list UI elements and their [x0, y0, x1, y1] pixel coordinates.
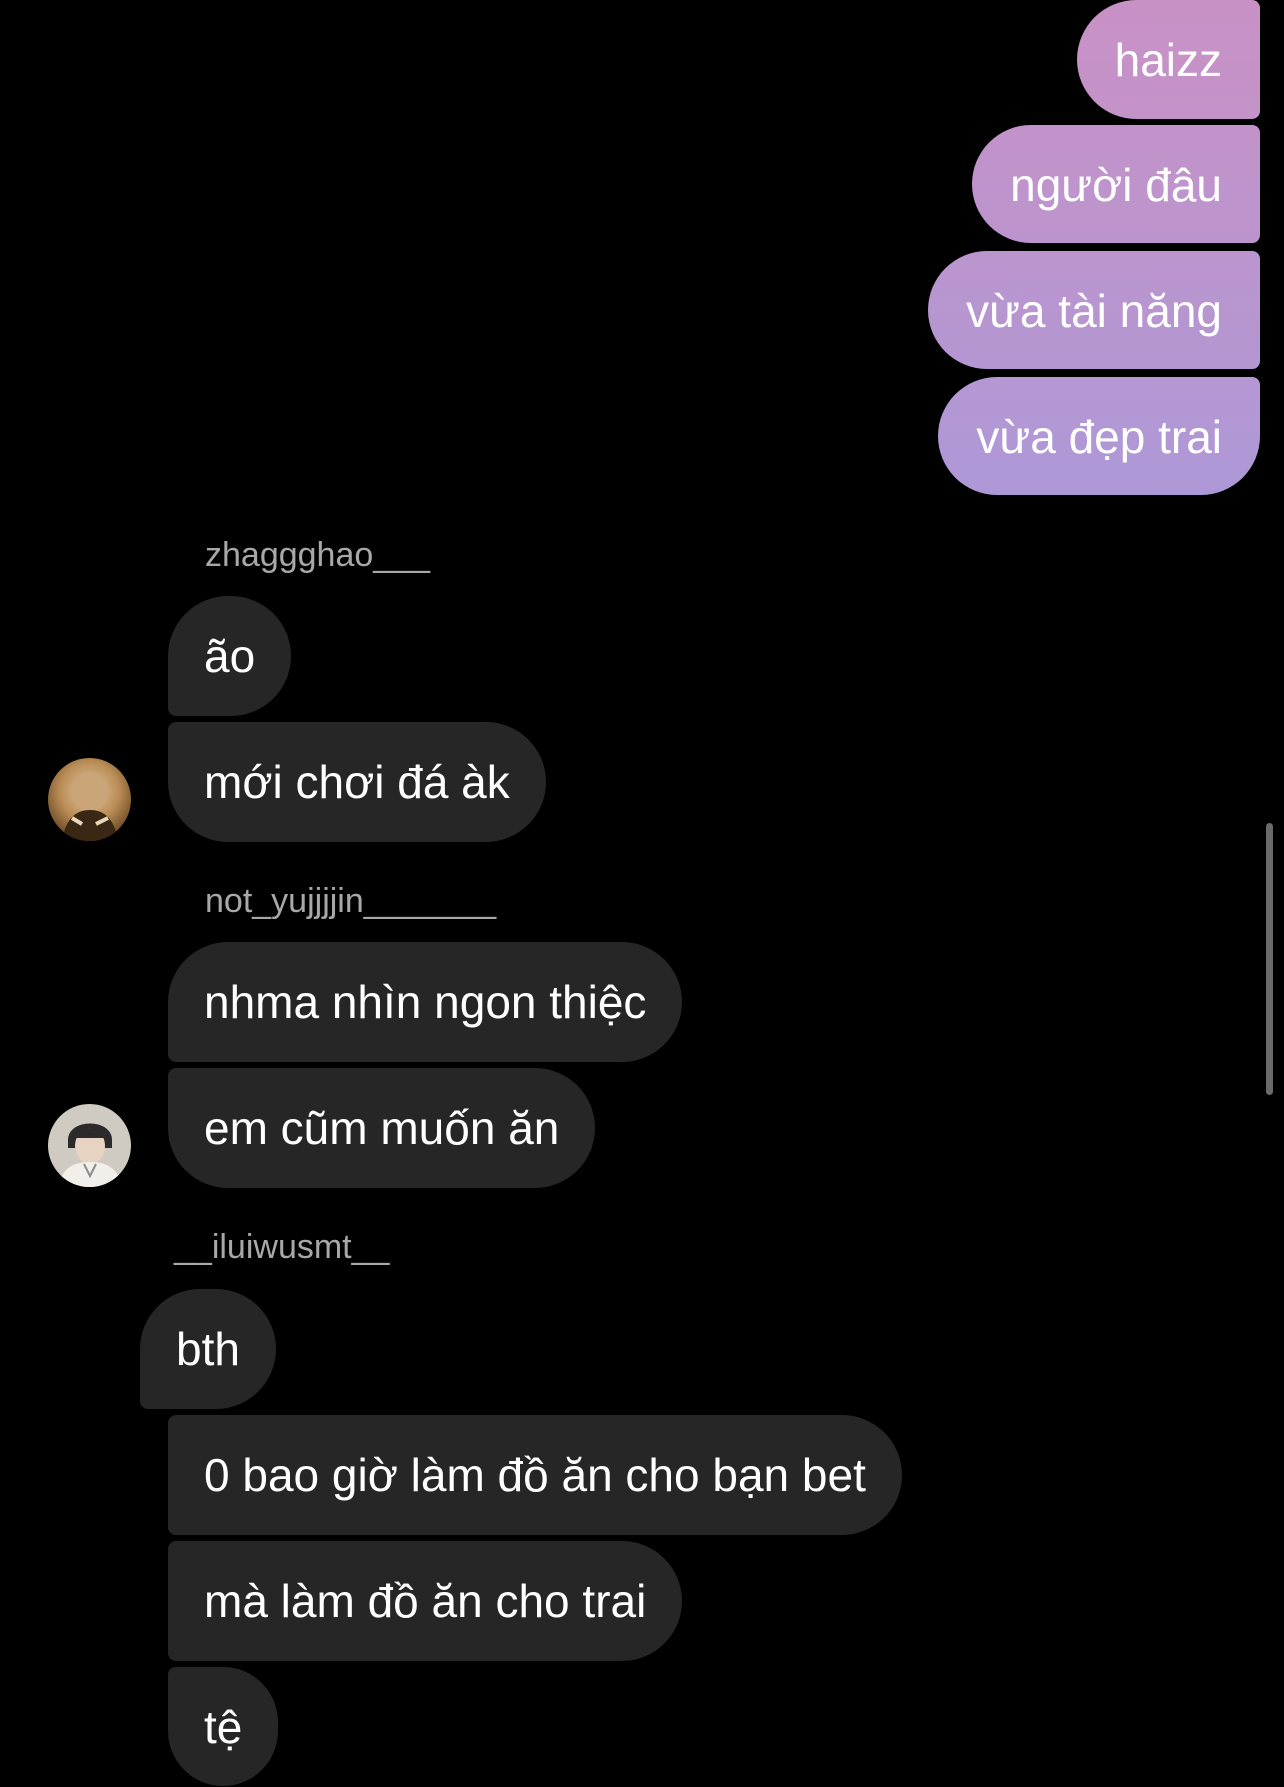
sender-username: __iluiwusmt__ [174, 1228, 390, 1266]
incoming-message[interactable]: ão [168, 596, 292, 716]
outgoing-message[interactable]: người đâu [972, 125, 1260, 243]
sender-username: not_yujjjjin_______ [205, 882, 497, 920]
profile-photo-icon[interactable] [48, 758, 131, 841]
sender-username: zhaggghao___ [205, 536, 431, 574]
incoming-message[interactable]: tệ [168, 1667, 279, 1786]
outgoing-message[interactable]: vừa tài năng [928, 251, 1260, 369]
incoming-message[interactable]: mà làm đồ ăn cho trai [168, 1541, 683, 1661]
incoming-message[interactable]: nhma nhìn ngon thiệc [168, 942, 683, 1062]
incoming-message[interactable]: mới chơi đá àk [168, 722, 546, 842]
chat-thread: haizz người đâu vừa tài năng vừa đẹp tra… [0, 0, 1284, 1786]
outgoing-message[interactable]: vừa đẹp trai [938, 377, 1260, 495]
incoming-message[interactable]: em cũm muốn ăn [168, 1068, 596, 1188]
profile-photo-icon[interactable] [48, 1104, 131, 1187]
incoming-message[interactable]: bth [140, 1289, 276, 1409]
incoming-message[interactable]: 0 bao giờ làm đồ ăn cho bạn bet [168, 1415, 902, 1535]
outgoing-message[interactable]: haizz [1076, 0, 1260, 119]
scrollbar-thumb[interactable] [1266, 823, 1273, 1095]
